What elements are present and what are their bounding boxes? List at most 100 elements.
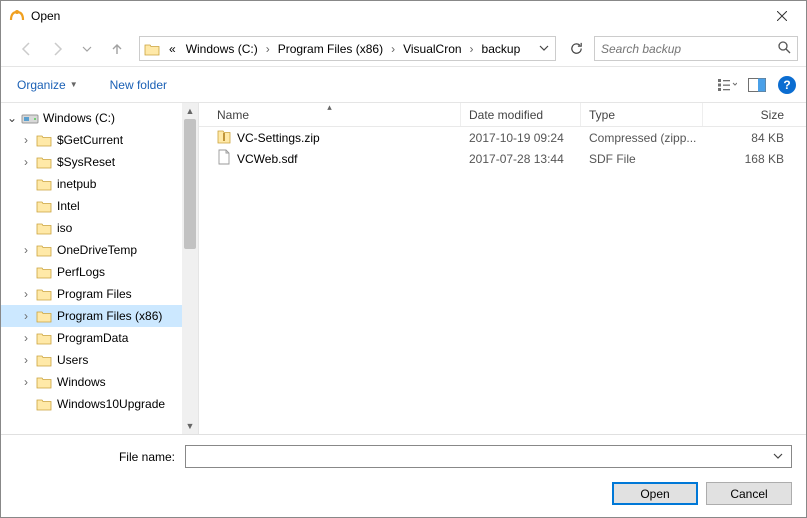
address-bar[interactable]: « Windows (C:)› Program Files (x86)› Vis…: [139, 36, 556, 61]
window-titlebar: Open: [1, 1, 806, 31]
filename-combobox[interactable]: [185, 445, 792, 468]
tree-root[interactable]: ⌄ Windows (C:): [1, 107, 183, 129]
file-row[interactable]: VC-Settings.zip2017-10-19 09:24Compresse…: [199, 127, 806, 148]
tree-item[interactable]: › Windows: [1, 371, 183, 393]
column-header-size[interactable]: Size: [703, 103, 806, 126]
navigation-tree: ⌄ Windows (C:) › $GetCurrent › $SysReset ine…: [1, 103, 199, 434]
nav-recent-dropdown[interactable]: [73, 35, 101, 63]
tree-item[interactable]: PerfLogs: [1, 261, 183, 283]
scroll-thumb[interactable]: [184, 119, 196, 249]
expander-icon[interactable]: ›: [19, 353, 33, 367]
nav-up-button[interactable]: [103, 35, 131, 63]
file-list-pane: ▴ Name Date modified Type Size VC-Settin…: [199, 103, 806, 434]
tree-item-label: Program Files: [55, 287, 132, 301]
refresh-button[interactable]: [564, 37, 588, 61]
breadcrumb-segment[interactable]: Program Files (x86)›: [273, 37, 398, 60]
tree-item-label: Windows10Upgrade: [55, 397, 165, 411]
folder-icon: [35, 220, 53, 236]
folder-icon: [35, 198, 53, 214]
organize-button[interactable]: Organize▼: [11, 75, 84, 95]
chevron-right-icon: ›: [388, 42, 398, 56]
column-header-name[interactable]: ▴ Name: [199, 103, 461, 126]
scroll-up-button[interactable]: ▲: [182, 103, 198, 119]
expander-icon[interactable]: ⌄: [5, 111, 19, 125]
file-size: 84 KB: [703, 131, 806, 145]
search-box[interactable]: [594, 36, 798, 61]
open-button[interactable]: Open: [612, 482, 698, 505]
tree-item[interactable]: › $SysReset: [1, 151, 183, 173]
tree-item[interactable]: iso: [1, 217, 183, 239]
folder-icon: [35, 330, 53, 346]
column-header-type[interactable]: Type: [581, 103, 703, 126]
tree-item[interactable]: Windows10Upgrade: [1, 393, 183, 415]
folder-icon: [35, 176, 53, 192]
filename-dropdown[interactable]: [769, 450, 787, 464]
address-dropdown[interactable]: [535, 42, 553, 56]
filename-label: File name:: [15, 450, 185, 464]
file-icon: [217, 149, 231, 168]
sort-indicator-icon: ▴: [327, 102, 332, 113]
tree-item-label: Windows: [55, 375, 106, 389]
tree-item[interactable]: › Program Files: [1, 283, 183, 305]
preview-pane-button[interactable]: [744, 73, 770, 97]
tree-item-label: OneDriveTemp: [55, 243, 137, 257]
tree-item-label: inetpub: [55, 177, 96, 191]
tree-item[interactable]: Intel: [1, 195, 183, 217]
tree-item-label: ProgramData: [55, 331, 128, 345]
new-folder-button[interactable]: New folder: [104, 75, 173, 95]
tree-item-label: Users: [55, 353, 88, 367]
breadcrumb-overflow[interactable]: «: [164, 37, 181, 60]
view-options-button[interactable]: [714, 73, 740, 97]
expander-icon[interactable]: ›: [19, 155, 33, 169]
tree-scrollbar[interactable]: ▲ ▼: [182, 103, 198, 434]
window-title: Open: [31, 9, 759, 23]
folder-icon: [142, 39, 162, 59]
tree-item[interactable]: inetpub: [1, 173, 183, 195]
tree-item[interactable]: › $GetCurrent: [1, 129, 183, 151]
folder-icon: [35, 374, 53, 390]
cancel-button[interactable]: Cancel: [706, 482, 792, 505]
expander-icon[interactable]: ›: [19, 243, 33, 257]
breadcrumb-segment[interactable]: Windows (C:)›: [181, 37, 273, 60]
column-header-date[interactable]: Date modified: [461, 103, 581, 126]
tree-item[interactable]: › Users: [1, 349, 183, 371]
breadcrumb-segment[interactable]: VisualCron›: [398, 37, 476, 60]
tree-item[interactable]: › OneDriveTemp: [1, 239, 183, 261]
file-date: 2017-07-28 13:44: [461, 152, 581, 166]
expander-icon[interactable]: ›: [19, 133, 33, 147]
toolbar: Organize▼ New folder ?: [1, 67, 806, 103]
expander-icon[interactable]: ›: [19, 287, 33, 301]
filename-input[interactable]: [190, 450, 769, 464]
expander-icon[interactable]: ›: [19, 375, 33, 389]
tree-item[interactable]: ›Program Files (x86): [1, 305, 183, 327]
drive-icon: [21, 110, 39, 126]
folder-icon: [35, 308, 53, 324]
navigation-bar: « Windows (C:)› Program Files (x86)› Vis…: [1, 31, 806, 67]
zip-file-icon: [217, 128, 231, 147]
help-button[interactable]: ?: [778, 76, 796, 94]
expander-icon[interactable]: ›: [19, 331, 33, 345]
folder-icon: [35, 242, 53, 258]
tree-item-label: $GetCurrent: [55, 133, 123, 147]
app-icon: [9, 8, 25, 24]
nav-back-button[interactable]: [13, 35, 41, 63]
tree-item-label: Intel: [55, 199, 80, 213]
window-close-button[interactable]: [759, 2, 804, 31]
chevron-down-icon: ▼: [70, 80, 78, 89]
breadcrumb-segment[interactable]: backup: [477, 37, 526, 60]
nav-forward-button[interactable]: [43, 35, 71, 63]
file-row[interactable]: VCWeb.sdf 2017-07-28 13:44SDF File168 KB: [199, 148, 806, 169]
scroll-down-button[interactable]: ▼: [182, 418, 198, 434]
file-name: VC-Settings.zip: [237, 131, 320, 145]
folder-icon: [35, 264, 53, 280]
file-size: 168 KB: [703, 152, 806, 166]
folder-icon: [35, 286, 53, 302]
tree-item[interactable]: › ProgramData: [1, 327, 183, 349]
expander-icon[interactable]: ›: [19, 309, 33, 323]
tree-item-label: $SysReset: [55, 155, 115, 169]
dialog-footer: File name: Open Cancel: [1, 434, 806, 517]
file-name: VCWeb.sdf: [237, 152, 297, 166]
search-icon[interactable]: [777, 40, 791, 57]
file-type: SDF File: [581, 152, 703, 166]
search-input[interactable]: [601, 42, 777, 56]
